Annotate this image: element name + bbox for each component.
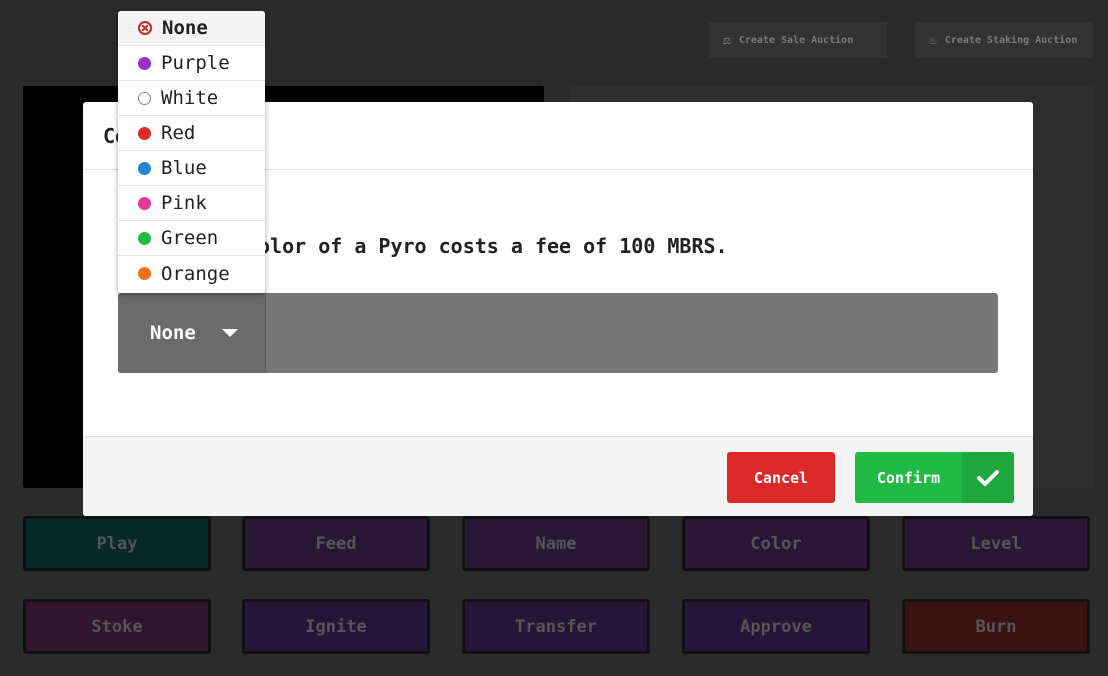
pink-dot-icon [138, 196, 151, 210]
green-dot-icon [138, 231, 151, 245]
red-dot-icon [138, 126, 151, 140]
color-option-pink[interactable]: Pink [118, 186, 265, 221]
color-option-label: White [161, 87, 219, 109]
confirm-label: Confirm [876, 468, 941, 487]
color-option-label: Pink [161, 192, 207, 214]
color-option-label: Green [161, 227, 219, 249]
color-option-red[interactable]: Red [118, 116, 265, 151]
color-option-blue[interactable]: Blue [118, 151, 265, 186]
checkmark-icon [962, 452, 1014, 503]
color-option-purple[interactable]: Purple [118, 46, 265, 81]
color-select-bar[interactable]: None [118, 293, 998, 373]
color-option-label: Blue [161, 157, 207, 179]
confirm-button[interactable]: Confirm [855, 452, 1014, 503]
color-select-button[interactable]: None [118, 293, 266, 373]
purple-dot-icon [138, 56, 151, 70]
modal-footer: Cancel Confirm [83, 436, 1033, 516]
color-option-white[interactable]: White [118, 81, 265, 116]
blue-dot-icon [138, 161, 151, 175]
cancel-button[interactable]: Cancel [727, 452, 835, 503]
color-dropdown-menu: None Purple White Red Blue Pink Green Or… [118, 11, 265, 293]
fee-description: olor of a Pyro costs a fee of 100 MBRS. [258, 234, 728, 258]
white-dot-icon [138, 91, 151, 105]
cancel-circle-icon [138, 21, 152, 35]
color-option-green[interactable]: Green [118, 221, 265, 256]
color-option-label: Red [161, 122, 196, 144]
color-option-none[interactable]: None [118, 11, 265, 46]
color-option-label: Purple [161, 52, 230, 74]
caret-down-icon [221, 329, 238, 337]
color-option-label: Orange [161, 262, 230, 285]
color-select-value: None [150, 322, 196, 344]
color-option-orange[interactable]: Orange [118, 256, 265, 291]
color-option-label: None [162, 17, 208, 39]
orange-dot-icon [138, 267, 151, 280]
